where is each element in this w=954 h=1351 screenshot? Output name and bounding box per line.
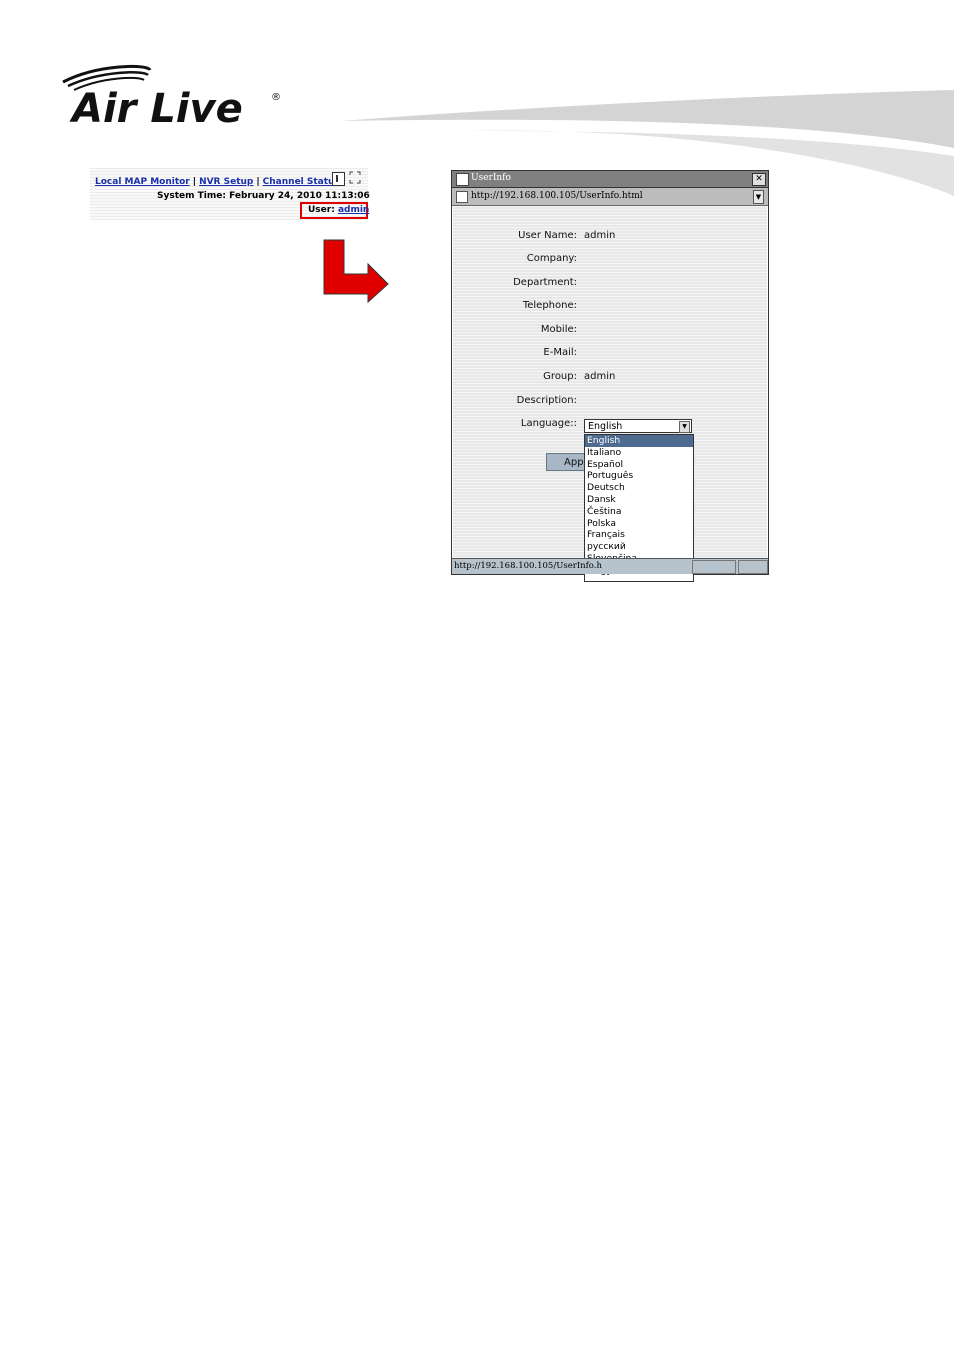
red-arrow-icon xyxy=(323,239,389,304)
language-option[interactable]: Português xyxy=(585,470,693,482)
userinfo-window: UserInfo ✕ http://192.168.100.105/UserIn… xyxy=(451,170,769,582)
userinfo-form: User Name: admin Company: Department: Te… xyxy=(453,206,767,582)
status-cell xyxy=(738,560,768,574)
email-label: E-Mail: xyxy=(543,347,577,358)
language-option[interactable]: Čeština xyxy=(585,506,693,518)
user-info: User: admin xyxy=(308,205,369,215)
language-option[interactable]: Polska xyxy=(585,518,693,530)
language-option[interactable]: Deutsch xyxy=(585,482,693,494)
description-label: Description: xyxy=(516,395,577,406)
audio-icon[interactable] xyxy=(332,172,345,186)
system-time: System Time: February 24, 2010 11:13:06 xyxy=(157,191,370,201)
nvr-setup-link[interactable]: NVR Setup xyxy=(199,177,253,187)
close-button[interactable]: ✕ xyxy=(752,173,766,186)
ie-icon xyxy=(456,173,469,186)
status-cell xyxy=(692,560,736,574)
separator: | xyxy=(256,177,260,187)
user-admin-link[interactable]: admin xyxy=(338,205,369,215)
language-label: Language:: xyxy=(520,418,577,429)
separator: | xyxy=(192,177,197,187)
airlive-logo: Air Live ® xyxy=(62,64,281,128)
window-title: UserInfo xyxy=(471,173,511,183)
channel-status-link[interactable]: Channel Status xyxy=(263,177,340,187)
address-bar[interactable]: http://192.168.100.105/UserInfo.html ▼ xyxy=(452,188,768,206)
system-time-label: System Time: xyxy=(157,191,226,201)
local-map-monitor-link[interactable]: Local MAP Monitor xyxy=(95,177,190,187)
language-option[interactable]: Dansk xyxy=(585,494,693,506)
system-time-value: February 24, 2010 11:13:06 xyxy=(229,191,370,201)
mobile-label: Mobile: xyxy=(540,324,577,335)
nav-links: Local MAP Monitor | NVR Setup | Channel Stat… xyxy=(95,177,340,187)
language-option[interactable]: English xyxy=(585,435,693,447)
user-name-value: admin xyxy=(584,230,616,241)
fullscreen-icon[interactable] xyxy=(349,171,361,184)
address-url[interactable]: http://192.168.100.105/UserInfo.html xyxy=(471,191,643,201)
registered-mark: ® xyxy=(271,92,281,103)
user-label: User: xyxy=(308,205,335,215)
language-option[interactable]: Français xyxy=(585,529,693,541)
telephone-label: Telephone: xyxy=(522,300,577,311)
status-text: http://192.168.100.105/UserInfo.h xyxy=(454,561,602,571)
language-option[interactable]: Español xyxy=(585,459,693,471)
language-option[interactable]: Italiano xyxy=(585,447,693,459)
group-label: Group: xyxy=(543,371,577,382)
status-bar: http://192.168.100.105/UserInfo.h xyxy=(452,558,768,574)
logo-text: Air Live xyxy=(69,86,243,128)
nvr-toolbar: Local MAP Monitor | NVR Setup | Channel Stat… xyxy=(90,168,370,220)
language-select[interactable]: English ▼ xyxy=(584,419,692,433)
user-name-label: User Name: xyxy=(518,230,577,241)
group-value: admin xyxy=(584,371,616,382)
language-selected-value: English xyxy=(588,421,623,432)
chevron-down-icon[interactable]: ▼ xyxy=(679,421,690,433)
chevron-down-icon[interactable]: ▼ xyxy=(753,190,764,204)
page-icon xyxy=(456,191,468,203)
window-titlebar[interactable]: UserInfo ✕ xyxy=(452,171,768,188)
language-option[interactable]: русский xyxy=(585,541,693,553)
department-label: Department: xyxy=(513,277,577,288)
company-label: Company: xyxy=(526,253,577,264)
